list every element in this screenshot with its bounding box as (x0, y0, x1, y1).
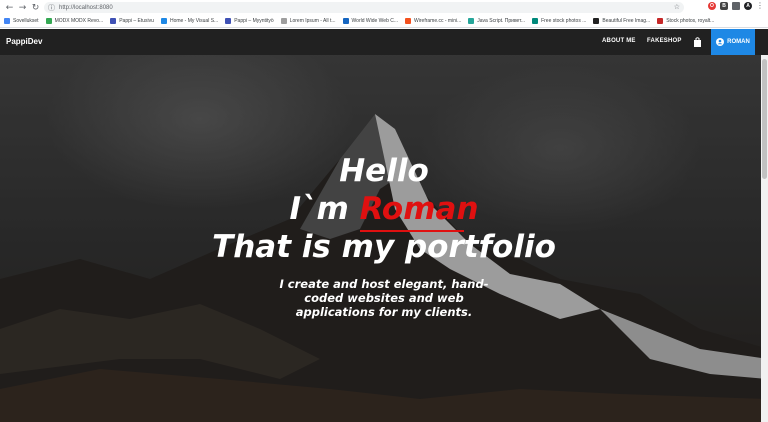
user-account-button[interactable]: ROMAN (711, 29, 755, 55)
brand-logo[interactable]: PappiDev (6, 37, 42, 46)
bookmark-label: Stock photos, royalt... (666, 18, 715, 24)
info-icon[interactable]: ⓘ (48, 3, 55, 13)
bookmark-item[interactable]: Pappi – Etusivu (110, 18, 154, 24)
extension-icon[interactable]: B (720, 2, 728, 10)
bookmark-label: Wireframe.cc - mini... (414, 18, 462, 24)
bookmark-favicon-icon (45, 18, 52, 24)
user-name-label: ROMAN (727, 39, 750, 45)
bookmark-item[interactable]: Beautiful Free Imag... (593, 18, 650, 24)
browser-toolbar: ← → ↻ ⓘ http://localhost:8080 ☆ O B A ⋮ (0, 0, 768, 15)
hero-tagline: That is my portfolio (212, 229, 556, 265)
nav-link-fakeshop[interactable]: FAKESHOP (647, 38, 682, 44)
bookmark-item[interactable]: Pappi – Myyntityö (225, 18, 274, 24)
bookmark-item[interactable]: World Wide Web C... (342, 18, 399, 24)
bookmark-item[interactable]: MODX MODX Revo... (45, 18, 104, 24)
bookmark-favicon-icon (657, 18, 664, 24)
bookmark-label: Beautiful Free Imag... (602, 18, 651, 24)
bookmark-item[interactable]: Lorem Ipsum - All t... (280, 18, 336, 24)
bookmark-favicon-icon (405, 18, 412, 24)
nav-link-about-me[interactable]: ABOUT ME (602, 38, 636, 44)
bookmark-favicon-icon (532, 18, 539, 24)
account-circle-icon (716, 38, 725, 46)
extension-icons: O B A ⋮ (708, 2, 764, 10)
bookmark-label: World Wide Web C... (351, 18, 399, 24)
bookmarks-bar: Sovellukset MODX MODX Revo... Pappi – Etus… (0, 15, 768, 28)
bookmark-label: Pappi – Myyntityö (234, 18, 274, 24)
shopping-bag-icon[interactable] (693, 37, 702, 47)
profile-avatar-icon[interactable]: A (744, 2, 752, 10)
address-url: http://localhost:8080 (59, 4, 113, 11)
bookmark-favicon-icon (593, 18, 600, 24)
bookmark-star-icon[interactable]: ☆ (674, 3, 680, 11)
bookmark-item[interactable]: Home - My Visual S... (160, 18, 219, 24)
bookmark-item[interactable]: Wireframe.cc - mini... (405, 18, 461, 24)
bookmark-label: MODX MODX Revo... (54, 18, 104, 24)
page-viewport: PappiDev ABOUT ME FAKESHOP ROMAN Hello I… (0, 29, 768, 422)
bookmark-item[interactable]: Java Script. Привет... (468, 18, 525, 24)
bookmark-favicon-icon (280, 18, 287, 24)
hero-greeting: Hello (339, 153, 429, 189)
bookmark-favicon-icon (342, 18, 349, 24)
bookmark-label: Free stock photos ... (541, 18, 587, 24)
hero-intro: I`m Roman (0, 191, 768, 227)
puzzle-extension-icon[interactable] (732, 2, 740, 10)
back-icon[interactable]: ← (3, 1, 16, 14)
hero-name: Roman (359, 191, 479, 227)
opera-extension-icon[interactable]: O (708, 2, 716, 10)
hero-intro-prefix: I`m (289, 191, 360, 227)
address-bar[interactable]: ⓘ http://localhost:8080 ☆ (44, 2, 684, 13)
bookmark-label: Lorem Ipsum - All t... (289, 18, 336, 24)
hero-subtitle: I create and host elegant, hand-coded we… (279, 277, 489, 319)
bookmark-item[interactable]: Sovellukset (4, 18, 39, 24)
bookmark-favicon-icon (225, 18, 232, 24)
bookmark-label: Pappi – Etusivu (119, 18, 154, 24)
bookmark-label: Home - My Visual S... (169, 18, 219, 24)
bookmark-label: Sovellukset (13, 18, 39, 24)
browser-menu-icon[interactable]: ⋮ (756, 2, 764, 10)
bookmark-favicon-icon (4, 18, 10, 24)
bookmark-favicon-icon (110, 18, 117, 24)
forward-icon[interactable]: → (16, 1, 29, 14)
bookmark-favicon-icon (468, 18, 475, 24)
bookmark-label: Java Script. Привет... (477, 18, 526, 24)
bookmark-favicon-icon (160, 18, 167, 24)
bookmark-item[interactable]: Free stock photos ... (532, 18, 586, 24)
reload-icon[interactable]: ↻ (29, 1, 42, 14)
site-navbar: PappiDev ABOUT ME FAKESHOP ROMAN (0, 29, 768, 55)
bookmark-item[interactable]: Stock photos, royalt... (657, 18, 714, 24)
